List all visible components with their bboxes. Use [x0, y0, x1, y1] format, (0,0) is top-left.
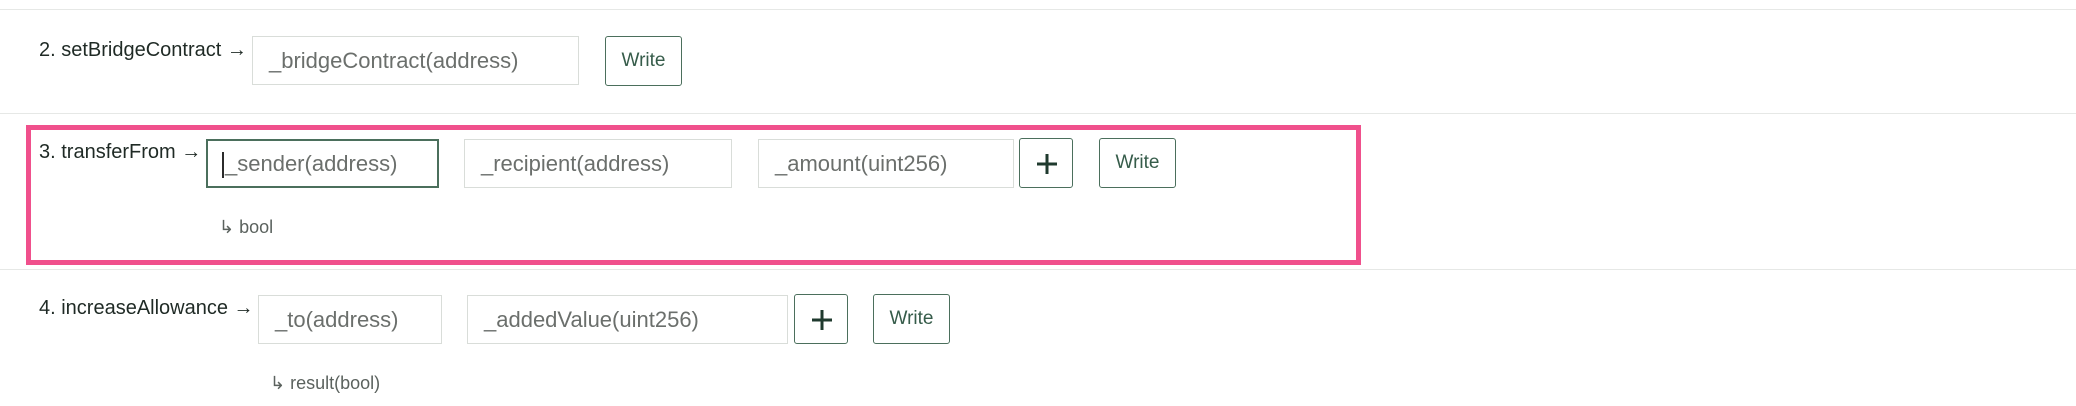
added-value-input[interactable]: _addedValue(uint256) [467, 295, 788, 344]
bridge-contract-input[interactable]: _bridgeContract(address) [252, 36, 579, 85]
divider [0, 9, 2076, 10]
sender-input[interactable]: _sender(address) [206, 139, 439, 188]
divider [0, 269, 2076, 270]
function-label-transferFrom: 3. transferFrom → [39, 141, 202, 163]
write-button-setBridgeContract[interactable]: Write [605, 36, 682, 86]
plus-icon [812, 310, 832, 330]
return-type-increaseAllowance: ↳ result(bool) [270, 373, 381, 393]
sender-input-placeholder: _sender(address) [225, 151, 398, 176]
add-button-increaseAllowance[interactable] [794, 294, 848, 344]
write-button-increaseAllowance[interactable]: Write [873, 294, 950, 344]
amount-input[interactable]: _amount(uint256) [758, 139, 1014, 188]
write-button-transferFrom[interactable]: Write [1099, 138, 1176, 188]
contract-write-panel: 2. setBridgeContract → _bridgeContract(a… [0, 0, 2076, 406]
function-label-increaseAllowance: 4. increaseAllowance → [39, 297, 254, 319]
divider [0, 113, 2076, 114]
return-type-transferFrom: ↳ bool [219, 217, 274, 237]
text-caret [222, 152, 224, 179]
function-label-setBridgeContract: 2. setBridgeContract → [39, 39, 247, 61]
to-input[interactable]: _to(address) [258, 295, 442, 344]
add-button-transferFrom[interactable] [1019, 138, 1073, 188]
recipient-input[interactable]: _recipient(address) [464, 139, 732, 188]
plus-icon [1037, 154, 1057, 174]
